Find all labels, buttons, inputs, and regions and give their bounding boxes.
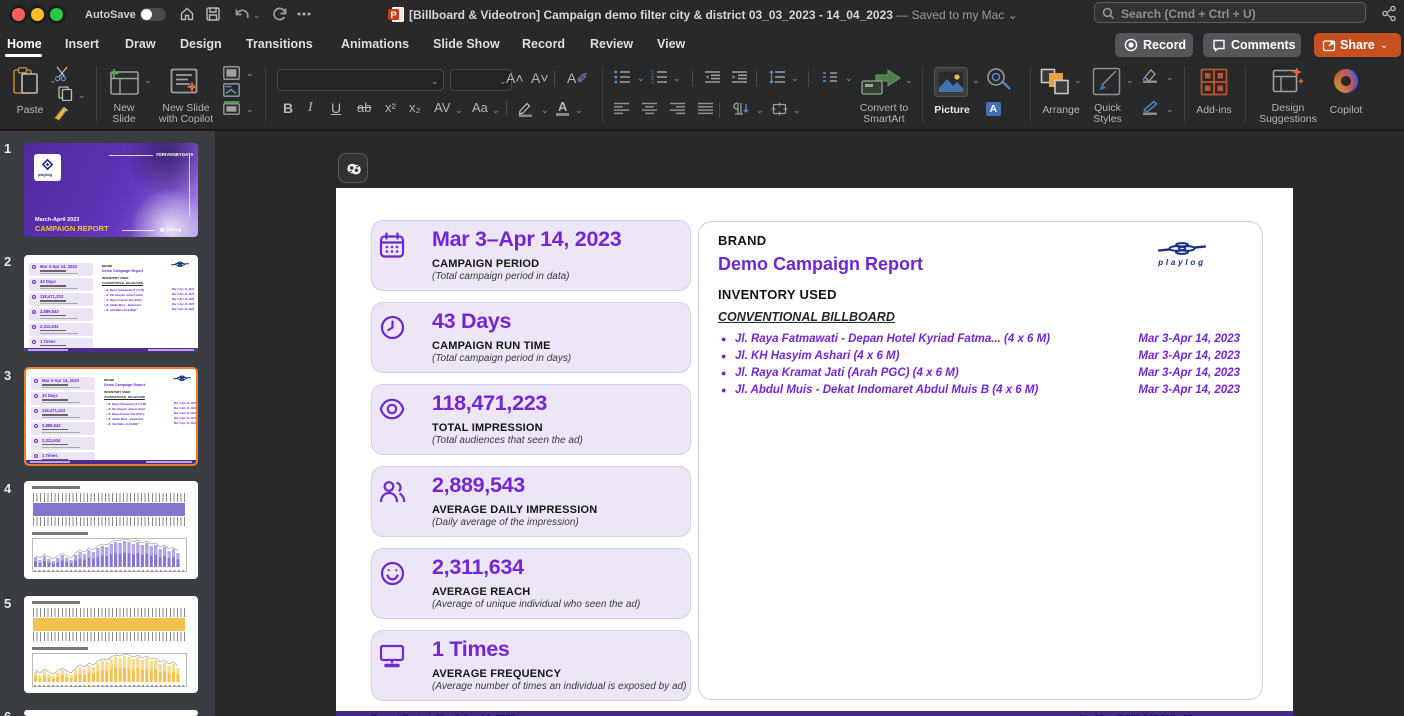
svg-text:3: 3 (651, 82, 654, 85)
svg-text:P: P (390, 10, 397, 21)
